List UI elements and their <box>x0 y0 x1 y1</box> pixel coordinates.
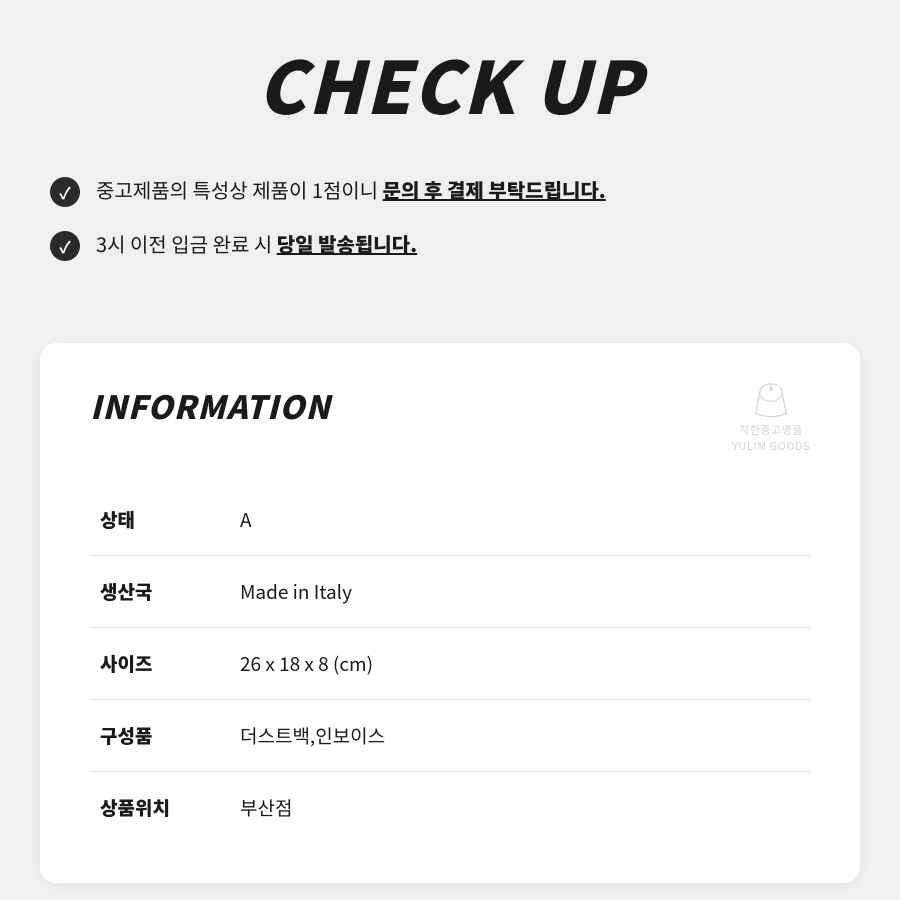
table-row-status: 상태 A <box>90 484 810 556</box>
check-icon-2 <box>50 231 80 261</box>
check-icon-1 <box>50 177 80 207</box>
info-header: INFORMATION 착한중고명품 YULIM GOODS <box>90 383 810 454</box>
label-origin: 생산국 <box>90 556 230 628</box>
table-row-location: 상품위치 부산점 <box>90 772 810 844</box>
watermark-icon <box>751 383 791 419</box>
value-size: 26 x 18 x 8 (cm) <box>230 628 810 700</box>
checklist-item-2: 3시 이전 입금 완료 시 당일 발송됩니다. <box>50 229 850 261</box>
label-components: 구성품 <box>90 700 230 772</box>
checklist-item-1: 중고제품의 특성상 제품이 1점이니 문의 후 결제 부탁드립니다. <box>50 175 850 207</box>
label-status: 상태 <box>90 484 230 556</box>
value-components: 더스트백,인보이스 <box>230 700 810 772</box>
checklist-bold-2: 당일 발송됩니다. <box>277 229 417 258</box>
info-title: INFORMATION <box>90 383 331 429</box>
watermark-text-line1: 착한중고명품 <box>739 422 803 438</box>
value-location: 부산점 <box>230 772 810 844</box>
watermark: 착한중고명품 YULIM GOODS <box>732 383 810 454</box>
checklist-text-1: 중고제품의 특성상 제품이 1점이니 문의 후 결제 부탁드립니다. <box>96 175 850 205</box>
checklist-bold-1: 문의 후 결제 부탁드립니다. <box>383 175 606 204</box>
label-location: 상품위치 <box>90 772 230 844</box>
checklist: 중고제품의 특성상 제품이 1점이니 문의 후 결제 부탁드립니다. 3시 이전… <box>50 175 850 261</box>
value-origin: Made in Italy <box>230 556 810 628</box>
page-title: CHECK UP <box>50 30 850 135</box>
info-card: INFORMATION 착한중고명품 YULIM GOODS 상태 A 생산국 … <box>40 343 860 883</box>
top-section: CHECK UP 중고제품의 특성상 제품이 1점이니 문의 후 결제 부탁드립… <box>0 0 900 323</box>
table-row-size: 사이즈 26 x 18 x 8 (cm) <box>90 628 810 700</box>
watermark-text-line2: YULIM GOODS <box>732 438 810 454</box>
table-row-origin: 생산국 Made in Italy <box>90 556 810 628</box>
checklist-text-2: 3시 이전 입금 완료 시 당일 발송됩니다. <box>96 229 850 259</box>
label-size: 사이즈 <box>90 628 230 700</box>
value-status: A <box>230 484 810 556</box>
table-row-components: 구성품 더스트백,인보이스 <box>90 700 810 772</box>
info-table: 상태 A 생산국 Made in Italy 사이즈 26 x 18 x 8 (… <box>90 484 810 843</box>
